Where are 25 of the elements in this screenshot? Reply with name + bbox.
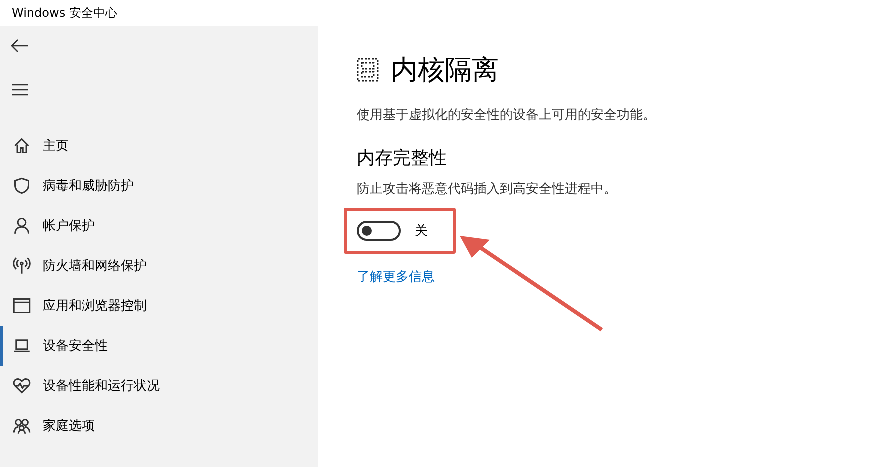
heart-pulse-icon	[13, 377, 31, 395]
page-description: 使用基于虚拟化的安全性的设备上可用的安全功能。	[357, 107, 657, 124]
sidebar-item[interactable]: 设备安全性	[0, 326, 318, 366]
shield-icon	[13, 177, 31, 195]
section-title: 内存完整性	[357, 147, 448, 170]
sidebar-item[interactable]: 应用和浏览器控制	[0, 286, 318, 326]
toggle-label: 关	[415, 223, 428, 240]
sidebar-item[interactable]: 防火墙和网络保护	[0, 246, 318, 286]
learn-more-link[interactable]: 了解更多信息	[357, 268, 883, 286]
sidebar-item[interactable]: 设备性能和运行状况	[0, 366, 318, 406]
sidebar-item[interactable]: 主页	[0, 126, 318, 166]
chip-icon	[357, 58, 379, 82]
family-icon	[13, 417, 31, 435]
section-description: 防止攻击将恶意代码插入到高安全性进程中。	[357, 181, 618, 198]
person-icon	[13, 217, 31, 235]
home-icon	[13, 137, 31, 155]
sidebar-item[interactable]: 家庭选项	[0, 406, 318, 446]
sidebar-item[interactable]: 帐户保护	[0, 206, 318, 246]
toggle-switch[interactable]	[357, 221, 401, 241]
page-title: 内核隔离	[391, 54, 499, 88]
laptop-icon	[13, 337, 31, 355]
window-icon	[13, 297, 31, 315]
antenna-icon	[13, 257, 31, 275]
window-title: Windows 安全中心	[12, 4, 118, 22]
sidebar-item[interactable]: 病毒和威胁防护	[0, 166, 318, 206]
